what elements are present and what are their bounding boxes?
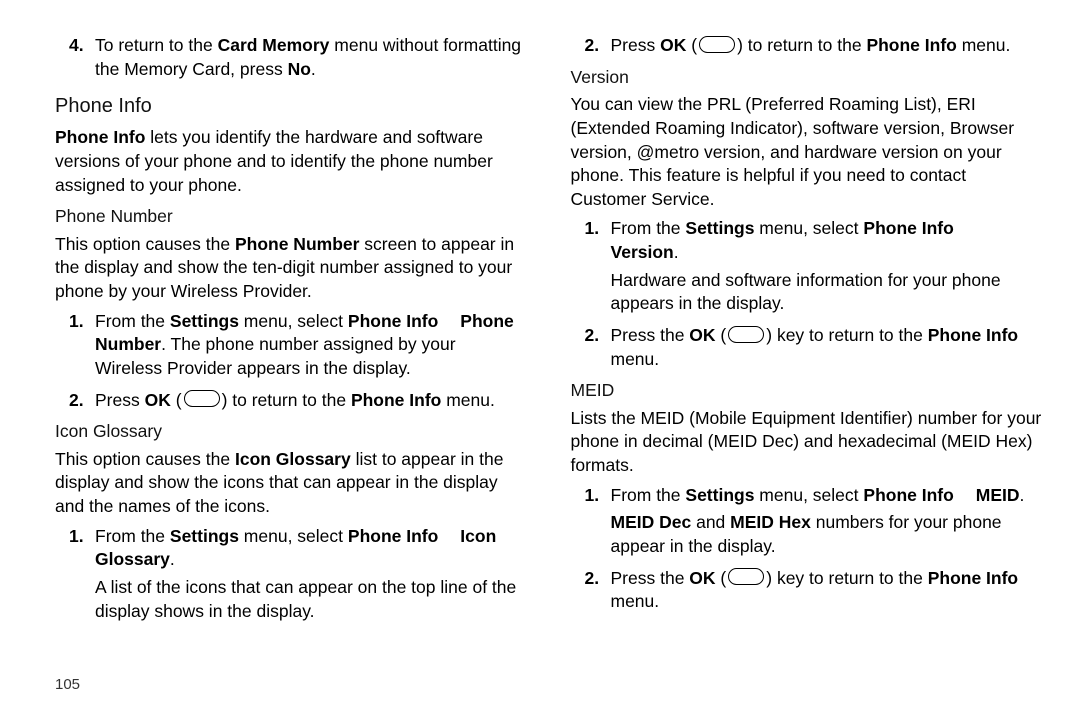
bold: No [288, 59, 311, 79]
step-1: From the Settings menu, select Phone Inf… [611, 217, 1043, 316]
text: and [691, 512, 730, 532]
icon-glossary-heading: Icon Glossary [55, 420, 527, 444]
text: menu. [611, 349, 660, 369]
bold: Phone Info [928, 568, 1018, 588]
text: ) key to return to the [766, 568, 927, 588]
bold: Settings [685, 485, 754, 505]
meid-intro: Lists the MEID (Mobile Equipment Identif… [571, 407, 1043, 478]
left-column: To return to the Card Memory menu withou… [55, 30, 549, 695]
bold: Phone Info [928, 325, 1018, 345]
text: Press the [611, 325, 690, 345]
ok-key-icon [728, 326, 764, 343]
bold: Settings [170, 311, 239, 331]
step-2: Press the OK ( ) key to return to the Pho… [611, 324, 1043, 371]
text: menu, select [239, 311, 348, 331]
ok-key-icon [184, 390, 220, 407]
bold: Phone Info [863, 218, 953, 238]
bold: OK [660, 35, 686, 55]
phone-number-intro: This option causes the Phone Number scre… [55, 233, 527, 304]
text: From the [95, 311, 170, 331]
step-2: Press the OK ( ) key to return to the Pho… [611, 567, 1043, 614]
icon-glossary-intro: This option causes the Icon Glossary lis… [55, 448, 527, 519]
text: . [674, 242, 679, 262]
step-2: Press OK () to return to the Phone Info … [611, 34, 1043, 58]
text: . [311, 59, 316, 79]
bold: MEID [976, 485, 1020, 505]
version-steps: From the Settings menu, select Phone Inf… [571, 217, 1043, 371]
text: menu, select [754, 485, 863, 505]
bold: OK [689, 568, 715, 588]
text: ( [716, 325, 727, 345]
text: . [1020, 485, 1025, 505]
bold: Phone Info [863, 485, 953, 505]
bold: Phone Info [351, 390, 441, 410]
text: Press the [611, 568, 690, 588]
icon-glossary-steps: From the Settings menu, select Phone Inf… [55, 525, 527, 624]
icon-glossary-steps-cont: Press OK () to return to the Phone Info … [571, 34, 1043, 58]
text: . [170, 549, 175, 569]
text: menu, select [239, 526, 348, 546]
step-1: From the Settings menu, select Phone Inf… [95, 525, 527, 624]
step-1: From the Settings menu, select Phone Inf… [95, 310, 527, 381]
bold: Phone Info [55, 127, 145, 147]
step-1-sub: MEID Dec and MEID Hex numbers for your p… [611, 511, 1043, 558]
phone-info-intro: Phone Info lets you identify the hardwar… [55, 126, 527, 197]
text: From the [611, 485, 686, 505]
bold: Settings [685, 218, 754, 238]
bold: Phone Info [348, 526, 438, 546]
text: ( [686, 35, 697, 55]
bold: Phone Info [866, 35, 956, 55]
text: To return to the [95, 35, 218, 55]
bold: Phone Info [348, 311, 438, 331]
manual-page: To return to the Card Memory menu withou… [0, 0, 1080, 720]
bold: Version [611, 242, 674, 262]
text: This option causes the [55, 234, 235, 254]
step-4: To return to the Card Memory menu withou… [95, 34, 527, 81]
text: ) key to return to the [766, 325, 927, 345]
step-2: Press OK () to return to the Phone Info … [95, 389, 527, 413]
meid-steps: From the Settings menu, select Phone Inf… [571, 484, 1043, 614]
bold: OK [145, 390, 171, 410]
step-1-sub: Hardware and software information for yo… [611, 269, 1043, 316]
page-number: 105 [55, 675, 80, 695]
card-memory-steps-cont: To return to the Card Memory menu withou… [55, 34, 527, 81]
meid-heading: MEID [571, 379, 1043, 403]
text: This option causes the [55, 449, 235, 469]
text: ) to return to the [222, 390, 351, 410]
text: From the [611, 218, 686, 238]
version-intro: You can view the PRL (Preferred Roaming … [571, 93, 1043, 211]
text: menu. [441, 390, 495, 410]
ok-key-icon [699, 36, 735, 53]
phone-number-heading: Phone Number [55, 205, 527, 229]
step-1-sub: A list of the icons that can appear on t… [95, 576, 527, 623]
bold: Settings [170, 526, 239, 546]
phone-number-steps: From the Settings menu, select Phone Inf… [55, 310, 527, 413]
text: ( [171, 390, 182, 410]
bold: Icon Glossary [235, 449, 351, 469]
step-1: From the Settings menu, select Phone Inf… [611, 484, 1043, 559]
bold: OK [689, 325, 715, 345]
right-column: Press OK () to return to the Phone Info … [549, 30, 1043, 695]
phone-info-heading: Phone Info [55, 93, 527, 120]
bold: Phone Number [235, 234, 359, 254]
bold: MEID Dec [611, 512, 692, 532]
ok-key-icon [728, 568, 764, 585]
text: menu. [957, 35, 1011, 55]
bold: Card Memory [218, 35, 330, 55]
text: menu, select [754, 218, 863, 238]
bold: MEID Hex [730, 512, 811, 532]
text: ) to return to the [737, 35, 866, 55]
version-heading: Version [571, 66, 1043, 90]
text: Press [611, 35, 661, 55]
text: From the [95, 526, 170, 546]
text: Press [95, 390, 145, 410]
text: menu. [611, 591, 660, 611]
text: ( [716, 568, 727, 588]
